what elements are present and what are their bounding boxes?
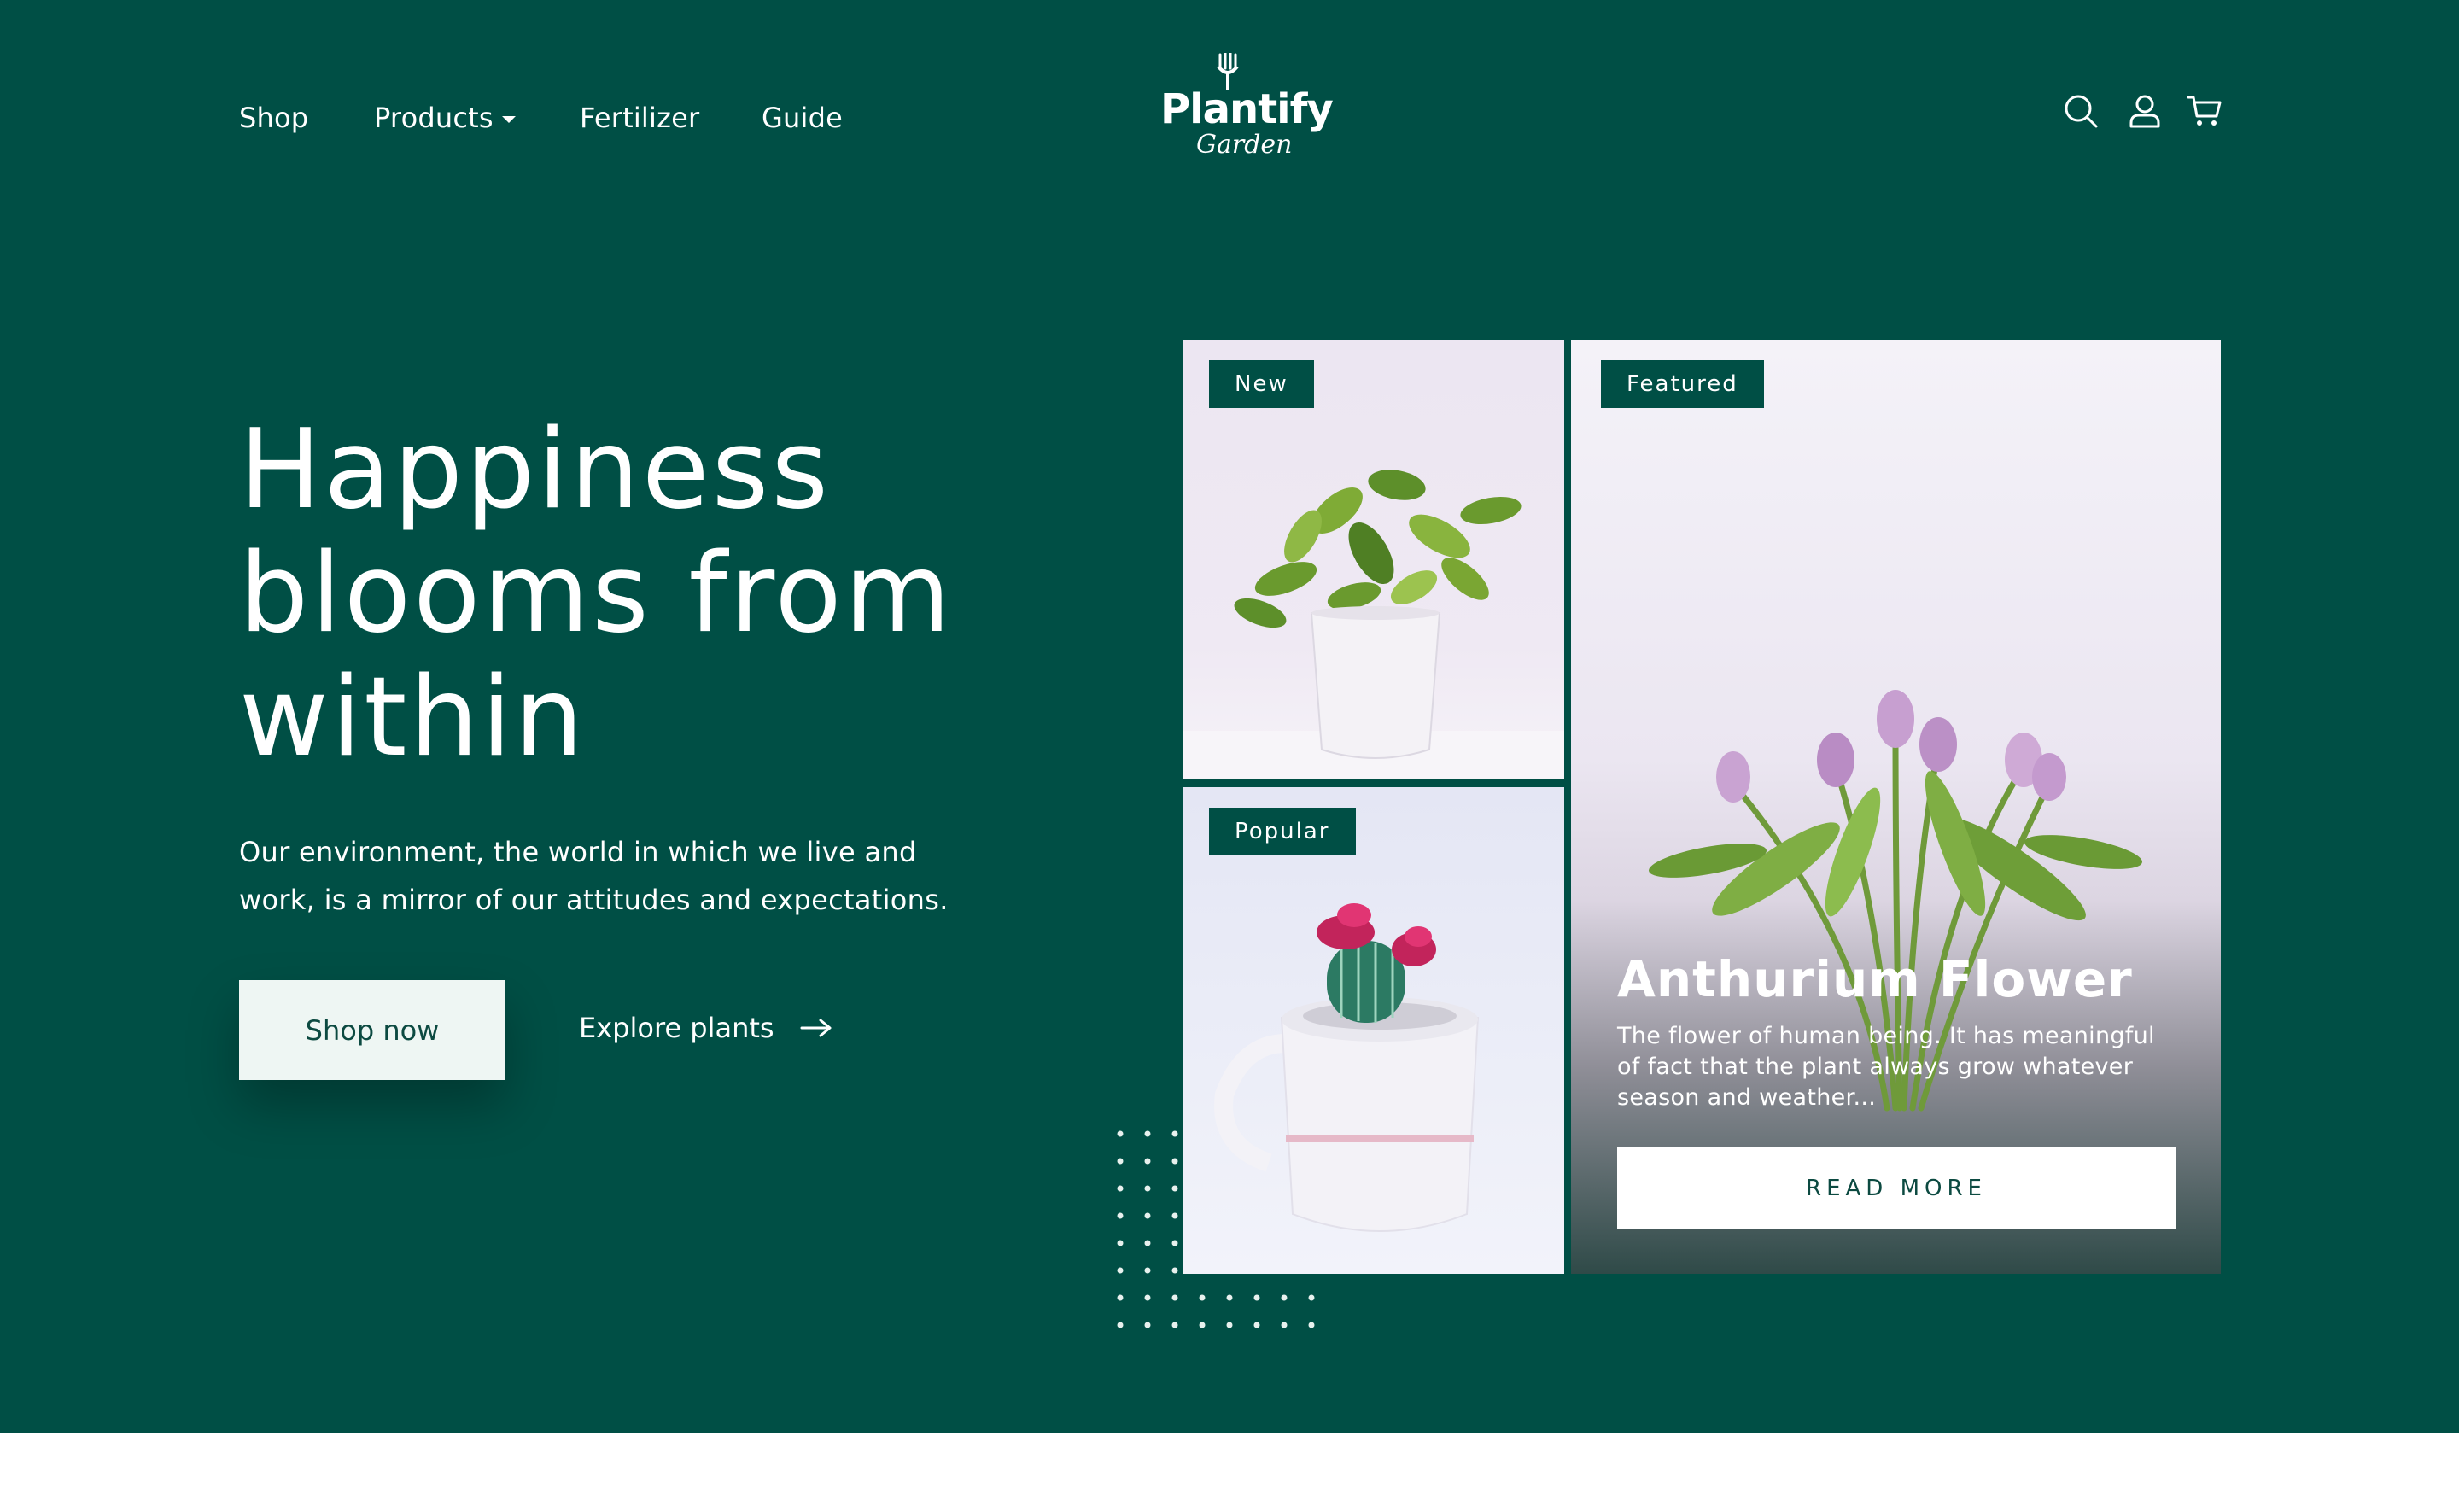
explore-plants-label: Explore plants <box>579 1012 774 1044</box>
dot <box>1253 1294 1260 1301</box>
logo-wordmark: Plantify <box>1160 85 1334 133</box>
dot <box>1144 1212 1151 1219</box>
dot <box>1144 1240 1151 1246</box>
dot <box>1253 1322 1260 1328</box>
dot <box>1117 1185 1124 1192</box>
featured-card: Featured Anthurium Flower The flower of … <box>1571 340 2221 1274</box>
user-icon[interactable] <box>2126 92 2164 130</box>
search-icon[interactable] <box>2062 92 2100 130</box>
dot <box>1117 1294 1124 1301</box>
dot <box>1199 1322 1206 1328</box>
dot <box>1199 1294 1206 1301</box>
nav-products-label: Products <box>374 102 494 134</box>
hero-headline: Happiness blooms from within <box>239 408 1093 779</box>
dot <box>1144 1294 1151 1301</box>
dot <box>1308 1294 1315 1301</box>
dot <box>1171 1267 1178 1274</box>
dot <box>1171 1130 1178 1137</box>
logo-subtitle: Garden <box>1196 130 1293 160</box>
cart-icon[interactable] <box>2186 92 2223 130</box>
badge-featured: Featured <box>1601 360 1764 408</box>
dot <box>1171 1294 1178 1301</box>
nav-shop[interactable]: Shop <box>239 101 308 135</box>
dot <box>1226 1322 1233 1328</box>
dot <box>1281 1322 1288 1328</box>
tulip-bouquet-image <box>1649 690 2142 1112</box>
arrow-right-icon <box>800 1019 832 1037</box>
shop-now-button[interactable]: Shop now <box>239 980 505 1080</box>
featured-description: The flower of human being. It has meanin… <box>1617 1023 2155 1111</box>
badge-new: New <box>1209 360 1314 408</box>
chevron-down-icon <box>501 116 516 123</box>
dot <box>1144 1185 1151 1192</box>
nav-guide[interactable]: Guide <box>762 101 843 135</box>
product-card-new[interactable]: New <box>1183 340 1564 779</box>
dot <box>1226 1294 1233 1301</box>
dot <box>1144 1130 1151 1137</box>
dot <box>1308 1322 1315 1328</box>
featured-title: Anthurium Flower <box>1617 950 2133 1008</box>
dot <box>1281 1294 1288 1301</box>
brand-logo[interactable]: Plantify Garden <box>1157 53 1334 164</box>
hero-subtext: Our environment, the world in which we l… <box>239 836 949 916</box>
dot <box>1117 1158 1124 1165</box>
dot <box>1144 1267 1151 1274</box>
product-card-popular[interactable]: Popular <box>1183 787 1564 1274</box>
dot <box>1171 1212 1178 1219</box>
dot <box>1117 1130 1124 1137</box>
badge-popular: Popular <box>1209 808 1356 855</box>
dot <box>1171 1240 1178 1246</box>
nav-products[interactable]: Products <box>374 101 516 135</box>
cactus-plant-image <box>1214 903 1480 1232</box>
dot <box>1171 1322 1178 1328</box>
dot <box>1117 1267 1124 1274</box>
hero-section: Shop Products Fertilizer Guide Plantify … <box>0 0 2459 1433</box>
read-more-button[interactable]: READ MORE <box>1617 1147 2176 1229</box>
dot <box>1117 1322 1124 1328</box>
headline-line-1: Happiness <box>239 406 831 534</box>
dot <box>1117 1212 1124 1219</box>
headline-line-2: blooms from <box>239 530 954 657</box>
dot <box>1171 1158 1178 1165</box>
dot <box>1144 1158 1151 1165</box>
dot <box>1144 1322 1151 1328</box>
nav-fertilizer[interactable]: Fertilizer <box>580 101 699 135</box>
dot <box>1117 1240 1124 1246</box>
explore-plants-link[interactable]: Explore plants <box>579 1011 832 1045</box>
headline-line-3: within <box>239 654 587 781</box>
dot <box>1171 1185 1178 1192</box>
